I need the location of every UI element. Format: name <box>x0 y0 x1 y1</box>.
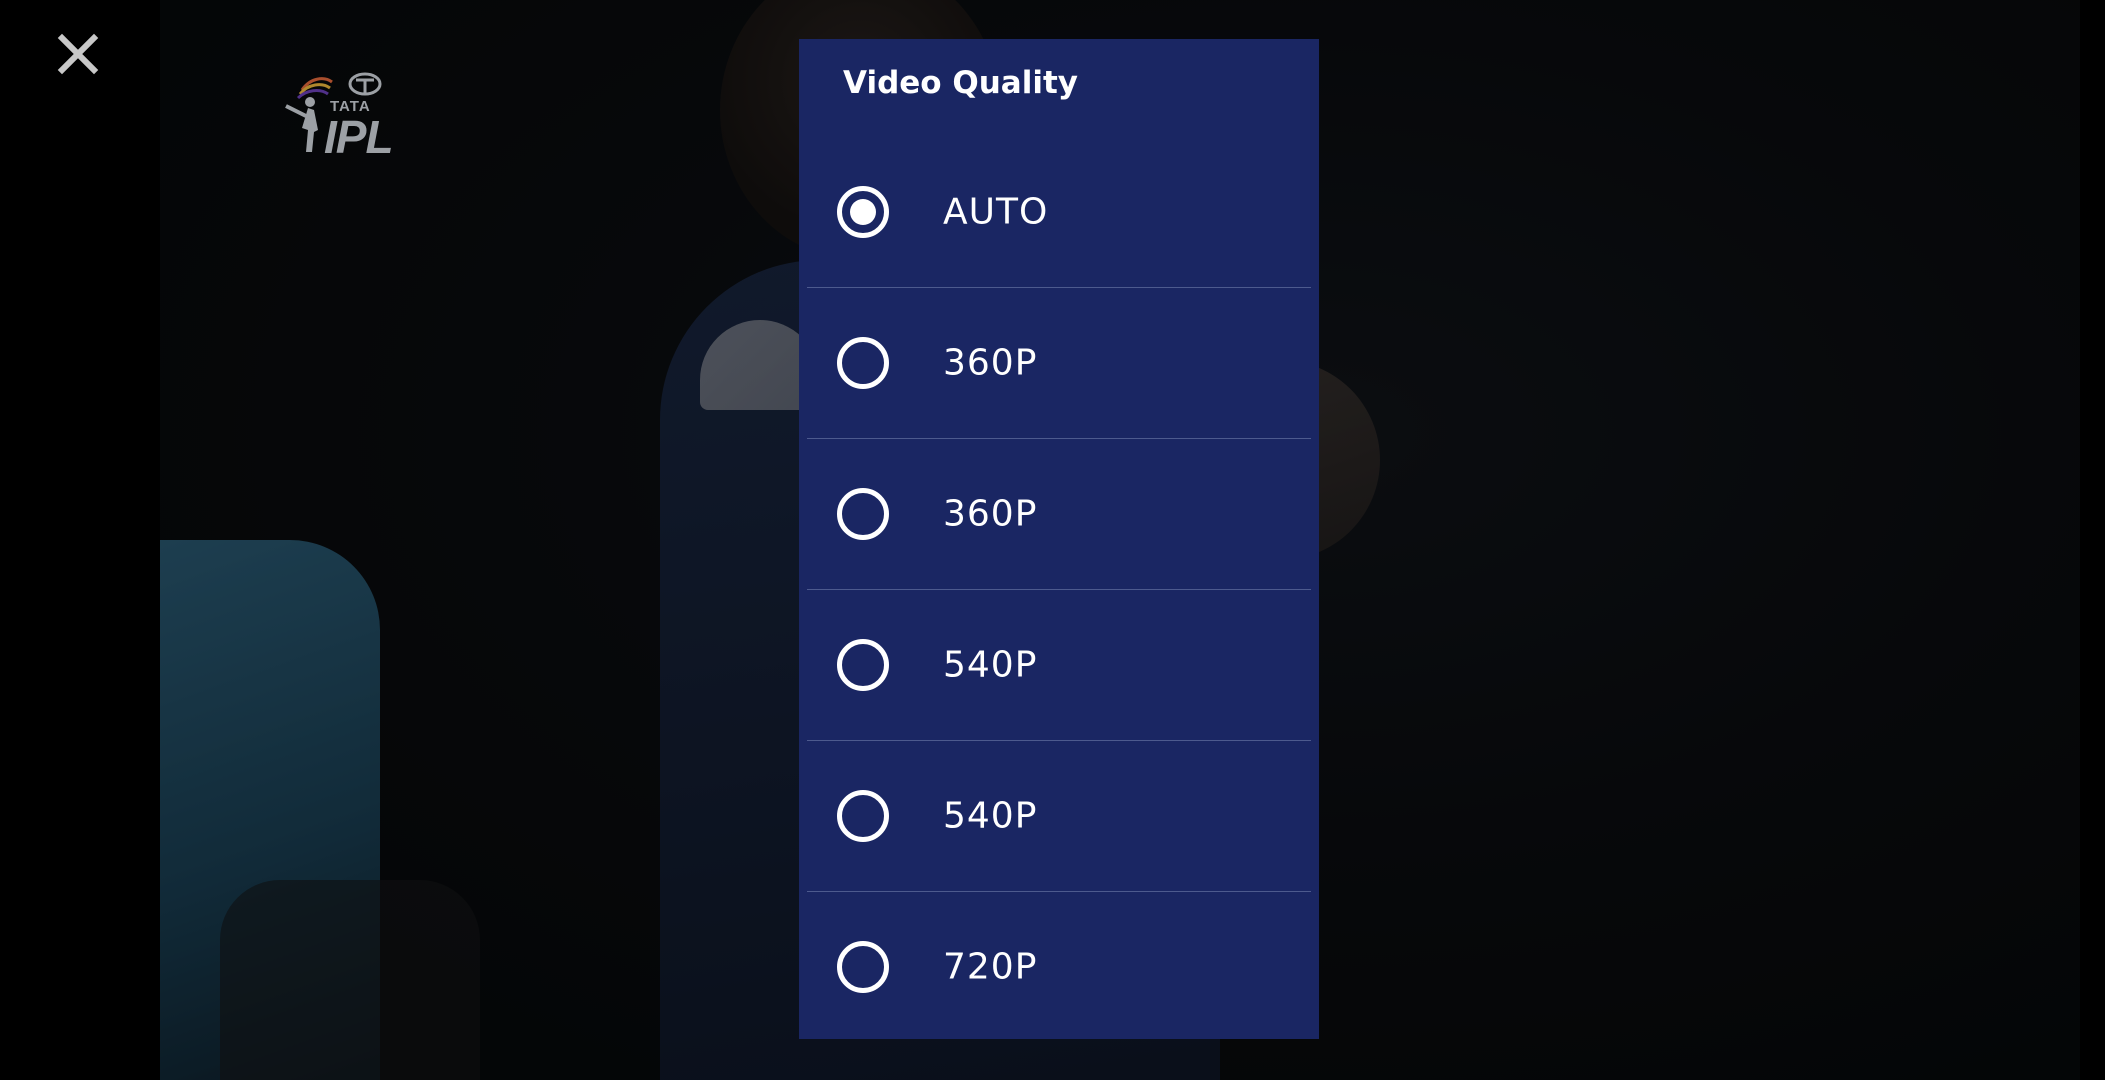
quality-option-label: 360P <box>943 342 1038 384</box>
quality-option-label: 360P <box>943 493 1038 535</box>
quality-option[interactable]: AUTO <box>807 137 1311 288</box>
logo-brand-main: IPL <box>324 111 394 163</box>
radio-button-selected[interactable] <box>837 186 889 238</box>
video-player-screen: TATA IPL Video Quality AUTO 360P 360P 54… <box>0 0 2105 1080</box>
panel-title: Video Quality <box>843 65 1078 101</box>
close-icon <box>57 33 99 75</box>
quality-option[interactable]: 720P <box>807 892 1311 1042</box>
radio-button[interactable] <box>837 488 889 540</box>
radio-button[interactable] <box>837 639 889 691</box>
tata-logo-icon <box>348 72 382 96</box>
radio-button[interactable] <box>837 337 889 389</box>
ipl-logo: TATA IPL <box>272 66 412 166</box>
close-button[interactable] <box>48 24 108 84</box>
quality-option[interactable]: 360P <box>807 288 1311 439</box>
quality-option-label: 540P <box>943 644 1038 686</box>
quality-option-label: 720P <box>943 946 1038 988</box>
quality-option-label: AUTO <box>943 191 1049 233</box>
quality-option[interactable]: 360P <box>807 439 1311 590</box>
radio-button[interactable] <box>837 790 889 842</box>
quality-option-label: 540P <box>943 795 1038 837</box>
quality-options-list: AUTO 360P 360P 540P 540P 720P <box>807 137 1311 1042</box>
radio-button[interactable] <box>837 941 889 993</box>
quality-option[interactable]: 540P <box>807 741 1311 892</box>
quality-option[interactable]: 540P <box>807 590 1311 741</box>
video-quality-panel: Video Quality AUTO 360P 360P 540P 540P 7… <box>799 39 1319 1039</box>
